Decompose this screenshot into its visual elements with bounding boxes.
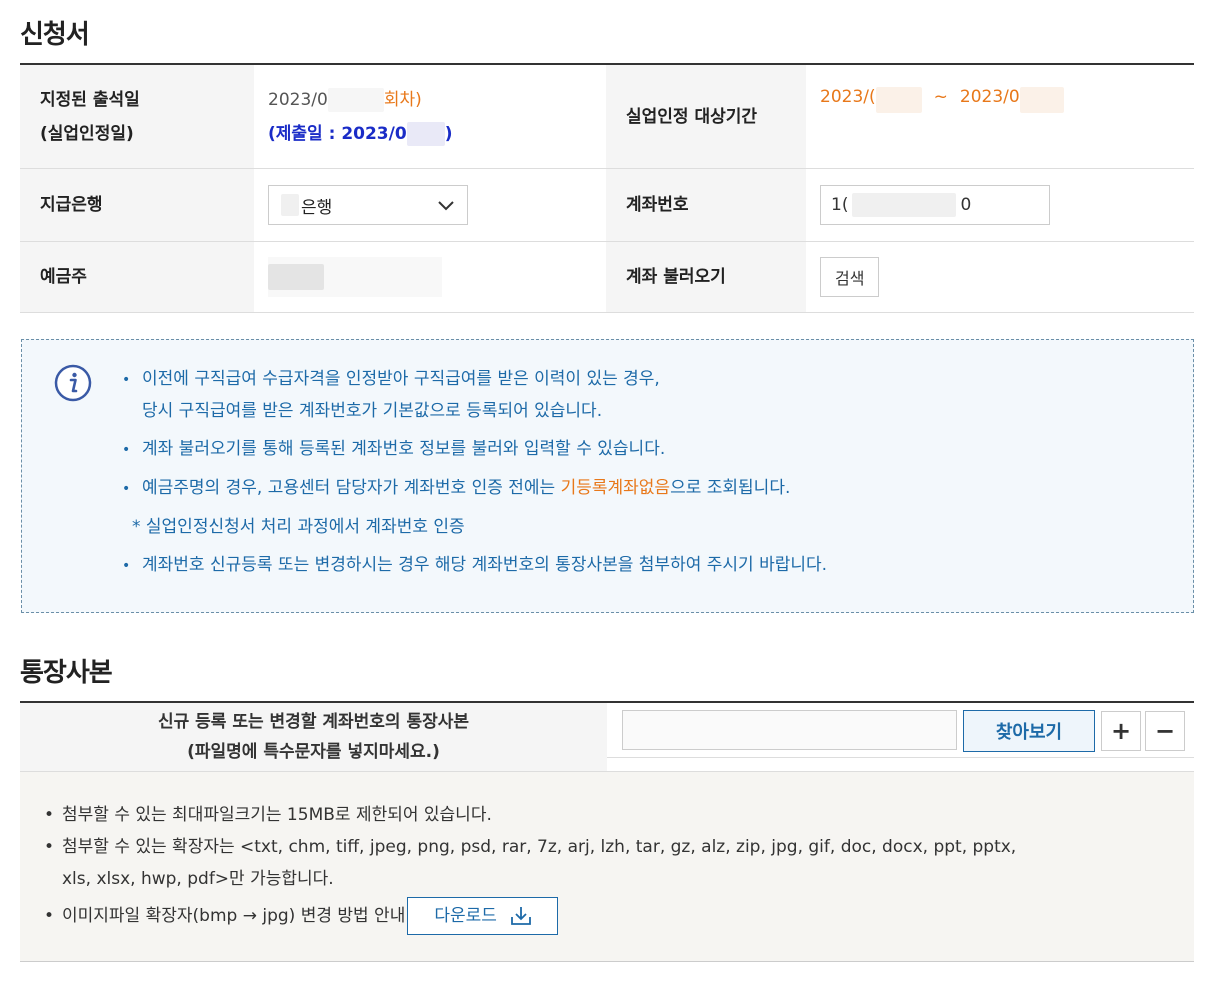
- attendance-date-value: 2023/0 회차): [268, 87, 422, 112]
- bank-header: 지급은행: [20, 169, 254, 241]
- load-account-cell: 검색: [806, 242, 1194, 312]
- list-item-continuation: 당시 구직급여를 받은 계좌번호가 기본값으로 등록되어 있습니다.: [142, 401, 603, 421]
- list-item: • 예금주명의 경우, 고용센터 담당자가 계좌번호 인증 전에는 기등록계좌없음…: [122, 478, 791, 498]
- load-account-label: 계좌 불러오기: [626, 267, 726, 287]
- holder-header: 예금주: [20, 242, 254, 312]
- browse-button[interactable]: 찾아보기: [963, 710, 1095, 752]
- bankbook-section-title: 통장사본: [20, 658, 113, 688]
- list-item: • 첨부할 수 있는 최대파일크기는 15MB로 제한되어 있습니다.: [44, 805, 492, 825]
- attendance-date-header: 지정된 출석일 (실업인정일): [20, 65, 254, 168]
- remove-file-button[interactable]: −: [1145, 711, 1185, 751]
- file-path-input[interactable]: [622, 710, 957, 750]
- period-start: 2023/(: [820, 87, 876, 107]
- bank-label: 지급은행: [40, 195, 103, 215]
- list-item: • 이전에 구직급여 수급자격을 인정받아 구직급여를 받은 이력이 있는 경우,: [122, 369, 660, 389]
- bankbook-header: 신규 등록 또는 변경할 계좌번호의 통장사본 (파일명에 특수문자를 넣지마세…: [20, 703, 607, 771]
- list-item-continuation: xls, xlsx, hwp, pdf>만 가능합니다.: [62, 869, 334, 889]
- holder-label: 예금주: [40, 267, 87, 287]
- table-row-bank: 지급은행 은행 계좌번호 1( 0: [20, 169, 1194, 242]
- attendance-date-label: 지정된 출석일: [40, 89, 140, 110]
- account-cell: 1( 0: [806, 169, 1194, 241]
- list-item-note: * 실업인정신청서 처리 과정에서 계좌번호 인증: [132, 517, 465, 537]
- load-account-header: 계좌 불러오기: [606, 242, 806, 312]
- account-label: 계좌번호: [626, 195, 689, 215]
- period-label: 실업인정 대상기간: [626, 106, 758, 127]
- table-row-attendance: 지정된 출석일 (실업인정일) 2023/0 회차) (제출일 : 2023/0)…: [20, 65, 1194, 169]
- list-item: • 첨부할 수 있는 확장자는 <txt, chm, tiff, jpeg, pn…: [44, 837, 1017, 857]
- account-header: 계좌번호: [606, 169, 806, 241]
- attendance-date-cell: 2023/0 회차) (제출일 : 2023/0): [254, 65, 606, 168]
- list-item: • 계좌번호 신규등록 또는 변경하시는 경우 해당 계좌번호의 통장사본을 첨부…: [122, 555, 828, 575]
- bankbook-sublabel: (파일명에 특수문자를 넣지마세요.): [187, 742, 440, 762]
- period-header: 실업인정 대상기간: [606, 65, 806, 168]
- list-item: • 계좌 불러오기를 통해 등록된 계좌번호 정보를 불러와 입력할 수 있습니다…: [122, 439, 666, 459]
- info-circle-icon: [54, 364, 92, 402]
- info-notice-box: • 이전에 구직급여 수급자격을 인정받아 구직급여를 받은 이력이 있는 경우,…: [21, 339, 1194, 613]
- add-file-button[interactable]: +: [1101, 711, 1141, 751]
- bankbook-upload-cell: 찾아보기 + −: [607, 703, 1194, 758]
- bank-cell: 은행: [254, 169, 606, 241]
- list-item: • 이미지파일 확장자(bmp → jpg) 변경 방법 안내 다운로드: [44, 897, 1016, 935]
- submission-date: (제출일 : 2023/0): [268, 121, 453, 146]
- info-notice-list: • 이전에 구직급여 수급자격을 인정받아 구직급여를 받은 이력이 있는 경우,…: [122, 364, 827, 582]
- bankbook-upload-table: 신규 등록 또는 변경할 계좌번호의 통장사본 (파일명에 특수문자를 넣지마세…: [20, 701, 1194, 772]
- application-section-title: 신청서: [20, 20, 90, 50]
- bank-select[interactable]: 은행: [268, 185, 468, 225]
- holder-value: [268, 257, 442, 297]
- search-button[interactable]: 검색: [820, 257, 880, 297]
- period-end: 2023/0: [959, 87, 1020, 107]
- bank-select-value: 은행: [301, 197, 333, 218]
- holder-cell: [254, 242, 606, 312]
- unregistered-account-highlight: 기등록계좌없음: [560, 478, 671, 498]
- upload-notes-box: • 첨부할 수 있는 최대파일크기는 15MB로 제한되어 있습니다. • 첨부할 …: [20, 772, 1194, 962]
- period-tilde: ~: [933, 87, 948, 107]
- bankbook-label: 신규 등록 또는 변경할 계좌번호의 통장사본: [157, 712, 470, 732]
- application-table: 지정된 출석일 (실업인정일) 2023/0 회차) (제출일 : 2023/0)…: [20, 63, 1194, 313]
- download-button[interactable]: 다운로드: [407, 897, 558, 935]
- account-number-input[interactable]: 1( 0: [820, 185, 1050, 225]
- table-row-holder: 예금주 계좌 불러오기 검색: [20, 242, 1194, 313]
- upload-notes-list: • 첨부할 수 있는 최대파일크기는 15MB로 제한되어 있습니다. • 첨부할 …: [44, 799, 1016, 935]
- chevron-down-icon: [438, 201, 454, 211]
- attendance-date-sublabel: (실업인정일): [40, 123, 134, 144]
- period-cell: 2023/( ~ 2023/0: [806, 65, 1194, 168]
- download-icon: [511, 907, 531, 925]
